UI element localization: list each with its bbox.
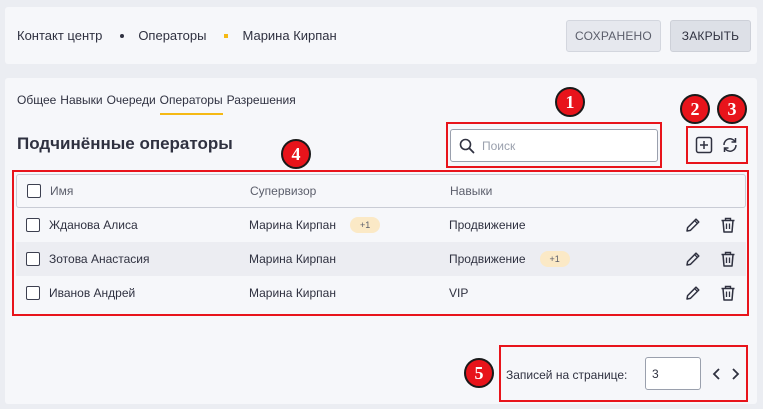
saved-button[interactable]: СОХРАНЕНО	[566, 20, 661, 52]
breadcrumb-separator-active	[224, 33, 229, 38]
tab-general[interactable]: Общее	[17, 93, 56, 115]
section-title: Подчинённые операторы	[17, 134, 233, 153]
breadcrumb-item-current: Марина Кирпан	[242, 28, 337, 43]
top-bar: Контакт центр Операторы Марина Кирпан СО…	[5, 7, 757, 64]
annotation-marker-1: 1	[555, 87, 585, 117]
breadcrumb-item-operators[interactable]: Операторы	[138, 28, 206, 43]
annotation-marker-2: 2	[680, 94, 710, 124]
annotation-marker-3: 3	[717, 94, 747, 124]
close-button[interactable]: ЗАКРЫТЬ	[670, 20, 751, 52]
tab-permissions[interactable]: Разрешения	[227, 93, 296, 115]
breadcrumb: Контакт центр Операторы Марина Кирпан	[17, 28, 337, 43]
annotation-marker-4: 4	[281, 139, 311, 169]
annotation-box-pagination	[499, 345, 748, 402]
tab-skills[interactable]: Навыки	[60, 93, 102, 115]
annotation-box-table	[12, 170, 749, 316]
tab-bar: Общее Навыки Очереди Операторы Разрешени…	[17, 93, 300, 115]
annotation-box-search	[446, 122, 662, 168]
tab-operators[interactable]: Операторы	[159, 93, 223, 115]
annotation-marker-5: 5	[464, 358, 494, 388]
breadcrumb-item-contact-center[interactable]: Контакт центр	[17, 28, 102, 43]
annotation-box-actions	[686, 126, 748, 164]
tab-queues[interactable]: Очереди	[107, 93, 156, 115]
breadcrumb-separator	[120, 33, 125, 38]
